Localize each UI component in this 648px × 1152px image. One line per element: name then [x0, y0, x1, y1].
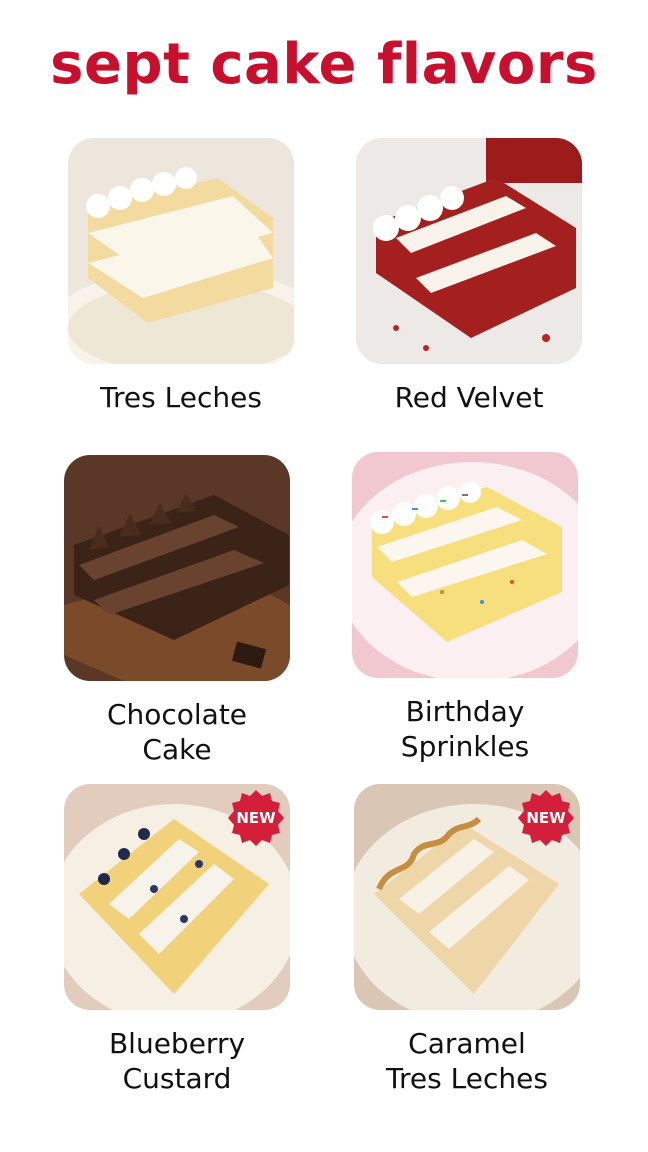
- flavor-card-birthday-sprinkles[interactable]: Birthday Sprinkles: [352, 452, 578, 764]
- flavor-label-line1: Red Velvet: [394, 381, 544, 414]
- flavor-label: Chocolate Cake: [64, 697, 290, 767]
- flavor-card-chocolate-cake[interactable]: Chocolate Cake: [64, 455, 290, 767]
- flavor-card-caramel-tres-leches[interactable]: NEW Caramel Tres Leches: [354, 784, 580, 1096]
- flavor-label-line2: Tres Leches: [386, 1062, 548, 1095]
- tres-leches-image: [68, 138, 294, 364]
- caramel-tres-leches-image: NEW: [354, 784, 580, 1010]
- flavor-label-line2: Cake: [142, 733, 212, 766]
- flavor-card-blueberry-custard[interactable]: NEW Blueberry Custard: [64, 784, 290, 1096]
- flavor-label: Blueberry Custard: [64, 1026, 290, 1096]
- new-badge-text: NEW: [236, 809, 276, 827]
- blueberry-custard-image: NEW: [64, 784, 290, 1010]
- flavor-label: Birthday Sprinkles: [352, 694, 578, 764]
- new-badge-text: NEW: [526, 809, 566, 827]
- flavor-card-tres-leches[interactable]: Tres Leches: [68, 138, 294, 415]
- flavor-label: Tres Leches: [68, 380, 294, 415]
- flavor-label: Caramel Tres Leches: [354, 1026, 580, 1096]
- chocolate-cake-image: [64, 455, 290, 681]
- flavor-label-line2: Sprinkles: [400, 730, 530, 763]
- flavor-label-line1: Blueberry: [108, 1027, 246, 1060]
- flavor-label-line1: Birthday: [405, 695, 525, 728]
- flavor-label-line1: Tres Leches: [100, 381, 262, 414]
- new-badge: NEW: [516, 788, 576, 848]
- flavor-label-line1: Caramel: [408, 1027, 526, 1060]
- new-badge: NEW: [226, 788, 286, 848]
- flavor-card-red-velvet[interactable]: Red Velvet: [356, 138, 582, 415]
- birthday-sprinkles-image: [352, 452, 578, 678]
- flavor-label-line1: Chocolate: [106, 698, 248, 731]
- red-velvet-image: [356, 138, 582, 364]
- flavor-label: Red Velvet: [356, 380, 582, 415]
- page-title: sept cake flavors: [50, 32, 598, 97]
- flavor-label-line2: Custard: [122, 1062, 232, 1095]
